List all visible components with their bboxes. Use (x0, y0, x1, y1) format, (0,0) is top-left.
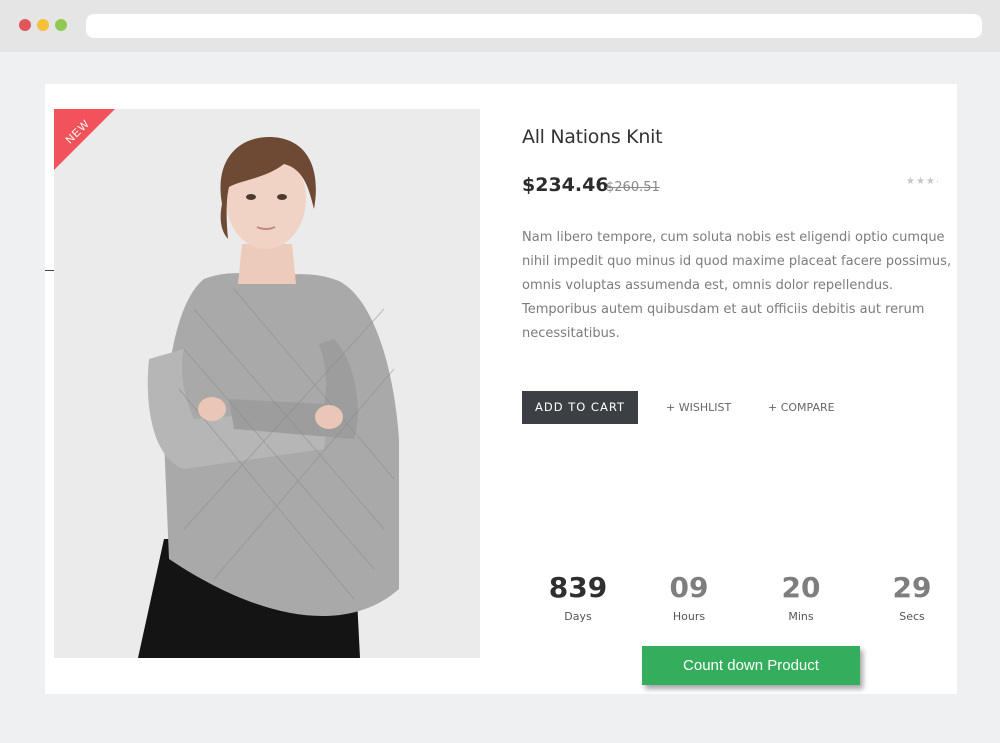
maximize-window-icon[interactable] (55, 19, 67, 31)
countdown-days: 839 Days (523, 570, 633, 623)
rating-stars-icon: ★★★· (906, 176, 941, 187)
compare-link[interactable]: + COMPARE (768, 401, 835, 414)
model-illustration (54, 109, 480, 658)
address-bar[interactable] (86, 14, 982, 38)
minimize-window-icon[interactable] (37, 19, 49, 31)
product-old-price: $260.51 (606, 180, 660, 195)
countdown-mins-label: Mins (788, 610, 814, 623)
browser-toolbar (0, 0, 1000, 52)
countdown-hours-label: Hours (672, 610, 706, 623)
countdown-hours: 09 Hours (634, 570, 744, 623)
product-image[interactable] (54, 109, 480, 658)
product-price: $234.46 (522, 174, 609, 196)
countdown-product-button[interactable]: Count down Product (642, 646, 860, 685)
countdown-secs: 29 Secs (857, 570, 967, 623)
close-window-icon[interactable] (19, 19, 31, 31)
countdown-days-value: 839 (548, 571, 608, 604)
add-to-cart-button[interactable]: ADD TO CART (522, 391, 638, 424)
countdown-secs-value: 29 (892, 571, 932, 604)
countdown-hours-value: 09 (669, 571, 709, 604)
new-badge: NEW (54, 109, 115, 170)
countdown-secs-label: Secs (899, 610, 925, 623)
wishlist-link[interactable]: + WISHLIST (666, 401, 731, 414)
countdown-mins: 20 Mins (746, 570, 856, 623)
countdown-mins-value: 20 (781, 571, 821, 604)
countdown-days-label: Days (564, 610, 592, 623)
product-title: All Nations Knit (522, 126, 663, 148)
product-description: Nam libero tempore, cum soluta nobis est… (522, 230, 952, 341)
